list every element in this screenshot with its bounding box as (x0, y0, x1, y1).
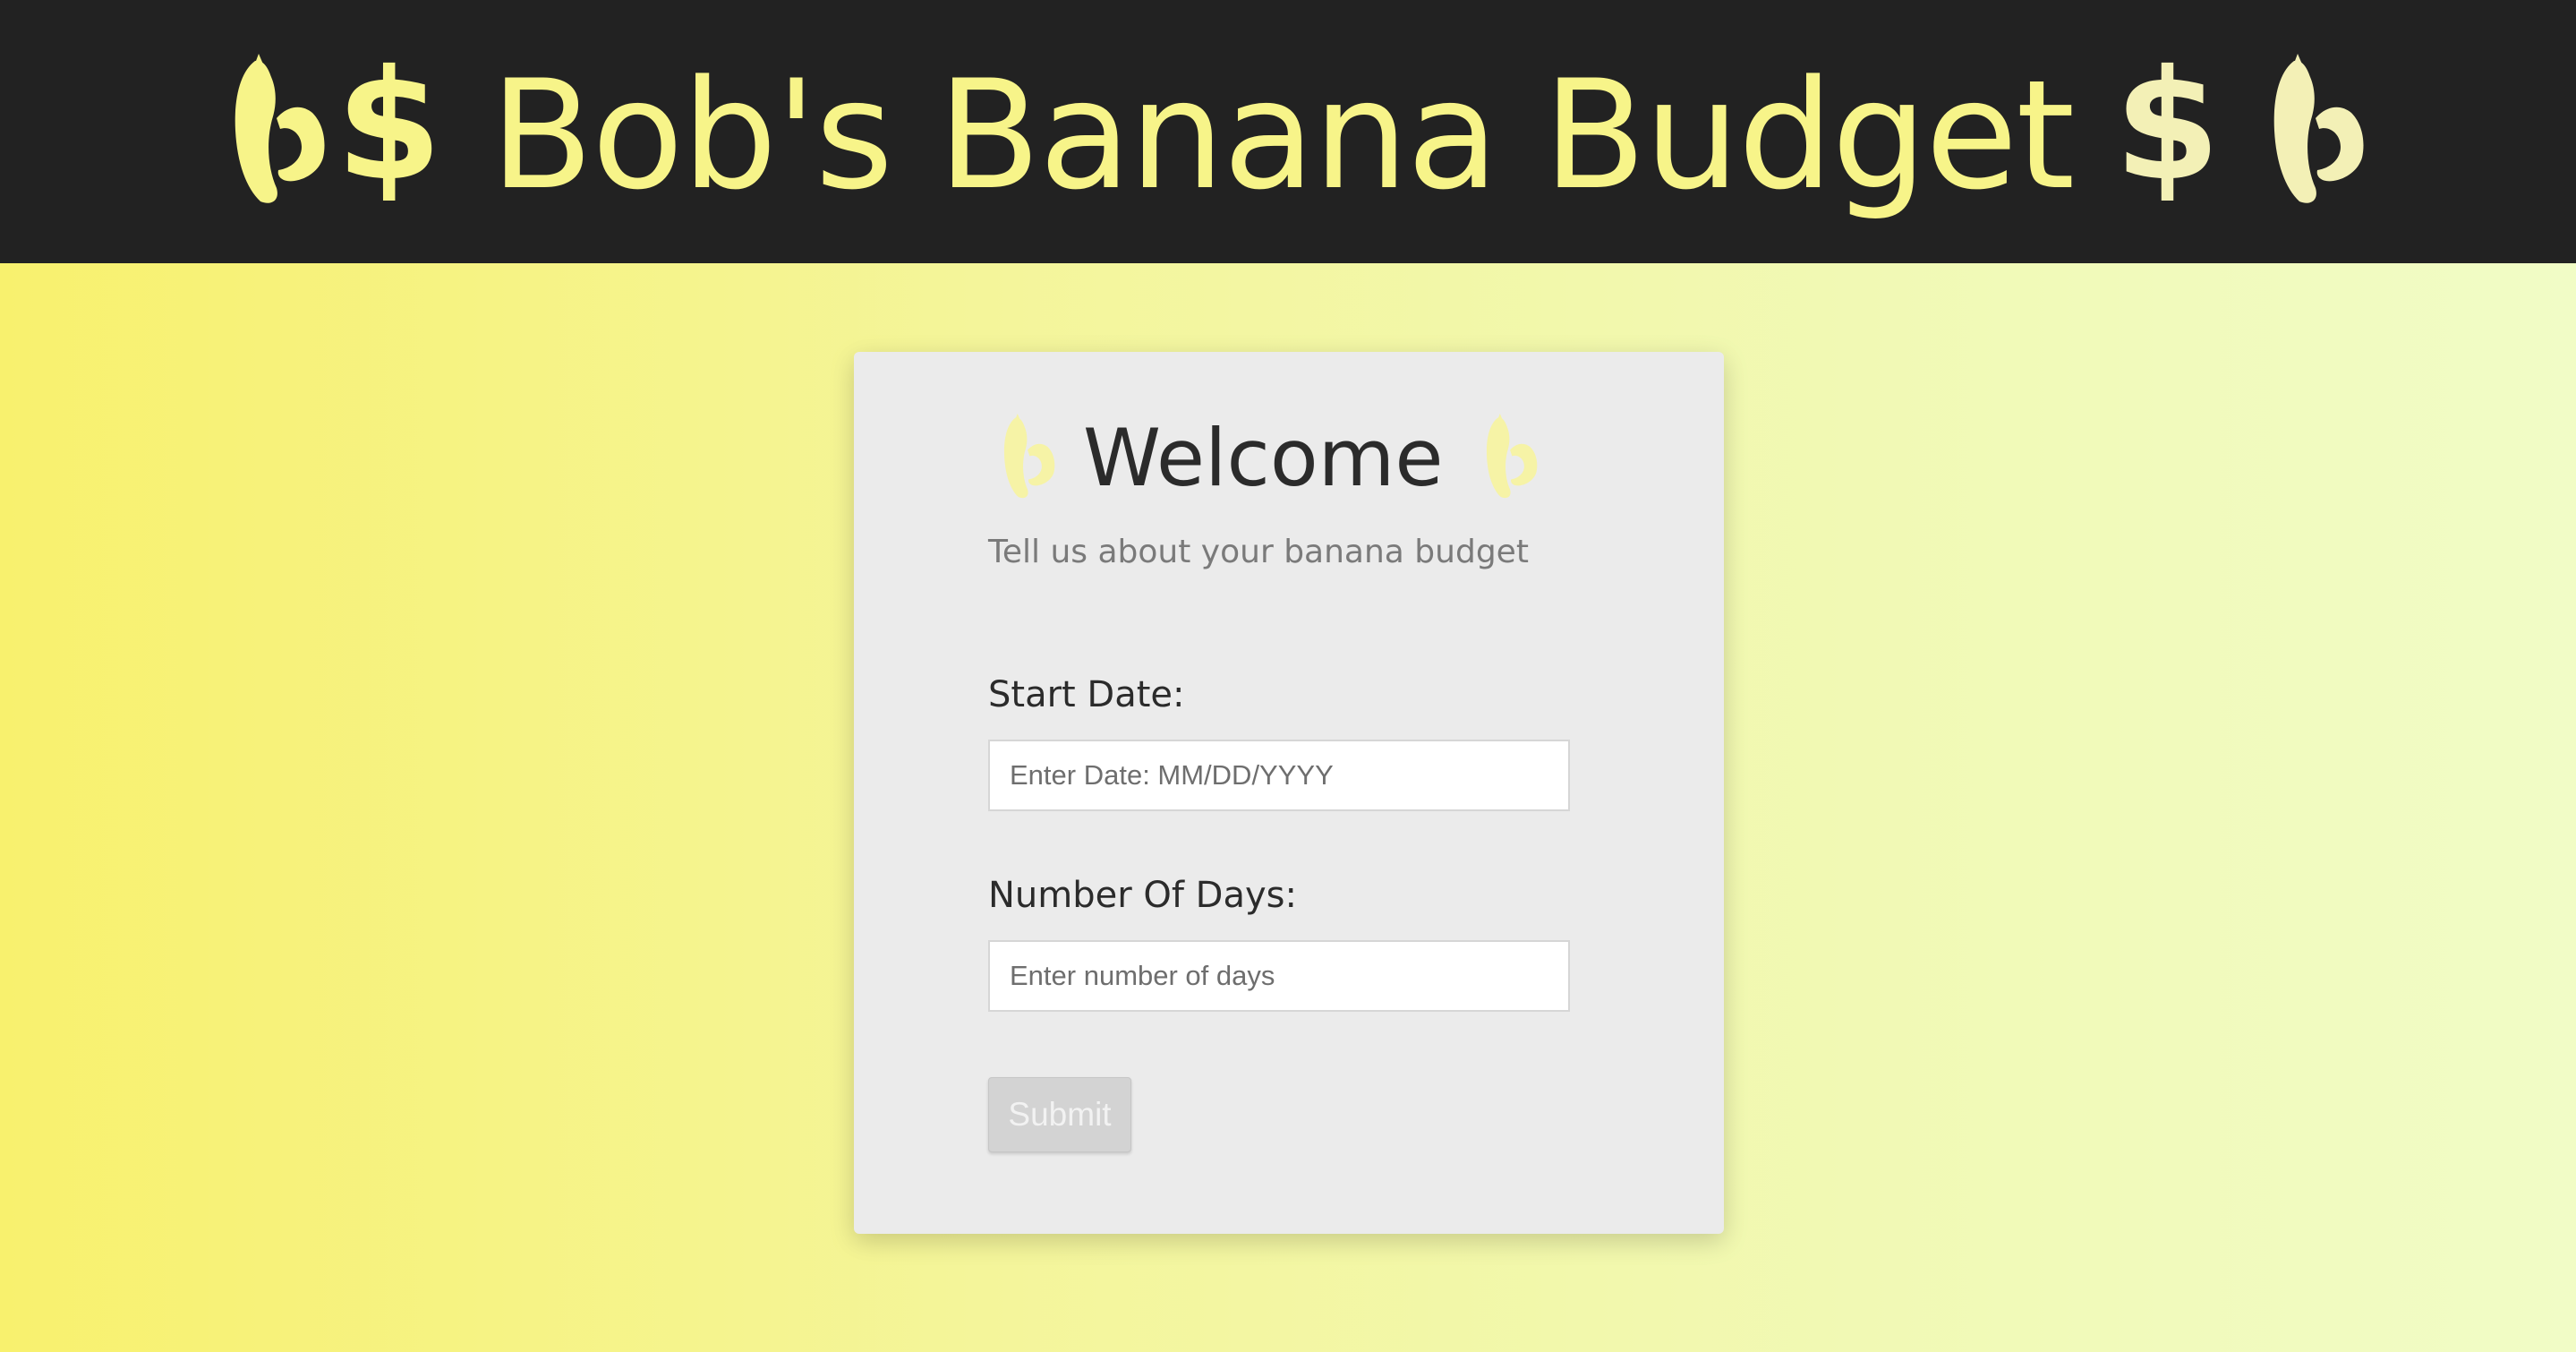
dollar-icon: $ (336, 38, 442, 215)
app-title: Bob's Banana Budget (490, 47, 2075, 223)
welcome-title: Welcome (1083, 412, 1444, 504)
banana-icon (1467, 414, 1544, 503)
banana-icon (2240, 54, 2375, 210)
number-of-days-input[interactable] (988, 940, 1570, 1012)
welcome-heading: Welcome (985, 405, 1575, 512)
start-date-input[interactable] (988, 740, 1570, 811)
number-of-days-label: Number Of Days: (988, 875, 1297, 916)
welcome-subtitle: Tell us about your banana budget (988, 534, 1529, 570)
banana-icon (985, 414, 1062, 503)
start-date-label: Start Date: (988, 674, 1185, 715)
submit-button[interactable]: Submit (988, 1077, 1131, 1152)
banana-icon (201, 54, 336, 210)
header-title-bar: $ Bob's Banana Budget $ (0, 0, 2576, 263)
dollar-icon: $ (2114, 38, 2221, 215)
